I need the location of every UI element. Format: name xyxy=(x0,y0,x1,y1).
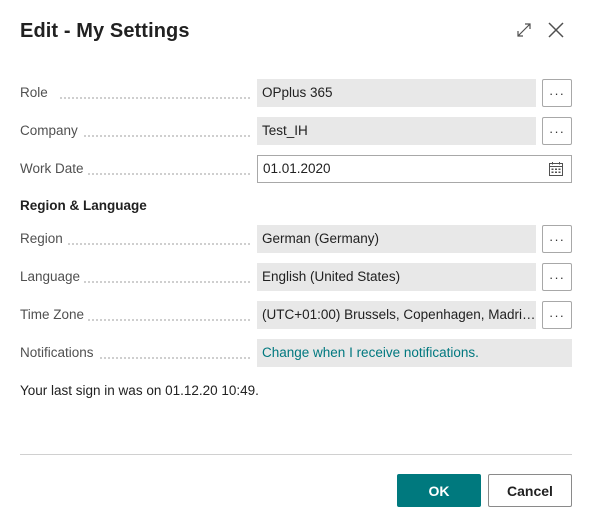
leader-dots xyxy=(60,135,250,137)
cancel-button[interactable]: Cancel xyxy=(488,474,572,507)
more-icon: ··· xyxy=(549,123,565,139)
notifications-link[interactable]: Change when I receive notifications. xyxy=(257,339,572,367)
ok-button[interactable]: OK xyxy=(397,474,481,507)
leader-dots xyxy=(60,243,250,245)
notifications-label: Notifications xyxy=(20,339,98,367)
more-icon: ··· xyxy=(549,307,565,323)
time-zone-field[interactable]: (UTC+01:00) Brussels, Copenhagen, Madrid… xyxy=(257,301,536,329)
more-icon: ··· xyxy=(549,85,565,101)
settings-dialog: Edit - My Settings Role OPplus 365 ··· C… xyxy=(0,0,595,529)
region-field[interactable]: German (Germany) xyxy=(257,225,536,253)
more-icon: ··· xyxy=(549,231,565,247)
region-lookup-button[interactable]: ··· xyxy=(542,225,572,253)
close-icon[interactable] xyxy=(544,18,568,42)
leader-dots xyxy=(60,281,250,283)
more-icon: ··· xyxy=(549,269,565,285)
region-label: Region xyxy=(20,225,67,253)
company-lookup-button[interactable]: ··· xyxy=(542,117,572,145)
language-lookup-button[interactable]: ··· xyxy=(542,263,572,291)
language-label: Language xyxy=(20,263,85,291)
company-label: Company xyxy=(20,117,82,145)
last-sign-in-text: Your last sign in was on 01.12.20 10:49. xyxy=(20,383,259,398)
role-field[interactable]: OPplus 365 xyxy=(257,79,536,107)
company-row: Company Test_IH ··· xyxy=(20,117,572,145)
region-row: Region German (Germany) ··· xyxy=(20,225,572,253)
time-zone-label: Time Zone xyxy=(20,301,89,329)
notifications-row: Notifications Change when I receive noti… xyxy=(20,339,572,367)
region-language-heading: Region & Language xyxy=(20,198,147,213)
work-date-row: Work Date 01.01.2020 xyxy=(20,155,572,183)
time-zone-lookup-button[interactable]: ··· xyxy=(542,301,572,329)
work-date-input[interactable]: 01.01.2020 xyxy=(257,155,572,183)
footer-divider xyxy=(20,454,572,455)
leader-dots xyxy=(60,173,250,175)
dialog-title: Edit - My Settings xyxy=(20,20,190,42)
language-field[interactable]: English (United States) xyxy=(257,263,536,291)
company-field[interactable]: Test_IH xyxy=(257,117,536,145)
expand-icon[interactable] xyxy=(512,18,536,42)
language-row: Language English (United States) ··· xyxy=(20,263,572,291)
role-label: Role xyxy=(20,79,52,107)
leader-dots xyxy=(60,97,250,99)
work-date-label: Work Date xyxy=(20,155,88,183)
calendar-icon[interactable] xyxy=(548,161,564,177)
role-row: Role OPplus 365 ··· xyxy=(20,79,572,107)
time-zone-row: Time Zone (UTC+01:00) Brussels, Copenhag… xyxy=(20,301,572,329)
role-lookup-button[interactable]: ··· xyxy=(542,79,572,107)
leader-dots xyxy=(60,319,250,321)
